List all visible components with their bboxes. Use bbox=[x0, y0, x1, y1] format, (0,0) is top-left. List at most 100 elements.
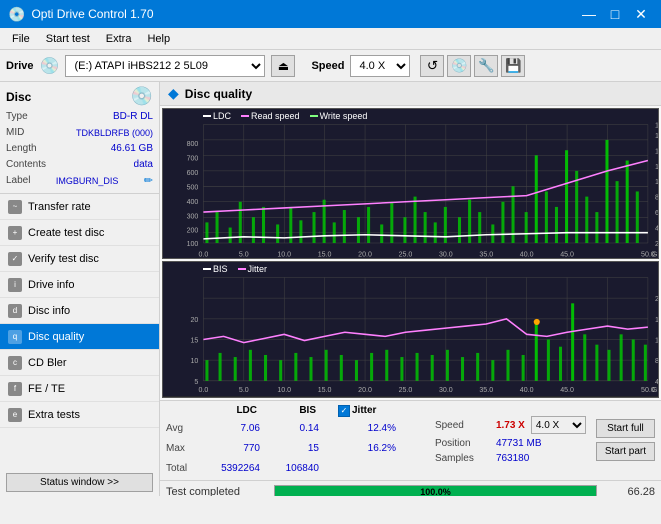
disc-section-icon: 💿 bbox=[131, 86, 153, 107]
speed-info: Speed 1.73 X 4.0 X Position 47731 MB Sam… bbox=[435, 405, 586, 476]
speed-select[interactable]: 4.0 X bbox=[350, 55, 410, 77]
close-button[interactable]: ✕ bbox=[629, 2, 653, 26]
settings-button[interactable]: 🔧 bbox=[474, 55, 498, 77]
nav-items: ~ Transfer rate + Create test disc ✓ Ver… bbox=[0, 194, 159, 469]
content-area: ◆ Disc quality LDC Read speed Write spee… bbox=[160, 82, 661, 496]
eject-button[interactable]: ⏏ bbox=[271, 55, 295, 77]
svg-text:500: 500 bbox=[187, 183, 199, 191]
svg-text:700: 700 bbox=[187, 154, 199, 162]
nav-create-test-disc[interactable]: + Create test disc bbox=[0, 220, 159, 246]
menu-file[interactable]: File bbox=[4, 31, 38, 47]
minimize-button[interactable]: — bbox=[577, 2, 601, 26]
bis-header: BIS bbox=[261, 405, 316, 417]
svg-text:GB: GB bbox=[652, 250, 658, 258]
svg-text:30.0: 30.0 bbox=[439, 250, 453, 258]
svg-text:14: 14 bbox=[655, 147, 658, 155]
total-bis: 106840 bbox=[264, 463, 319, 474]
start-full-button[interactable]: Start full bbox=[596, 419, 655, 438]
main-area: Disc 💿 TypeBD-R DL MIDTDKBLDRFB (000) Le… bbox=[0, 82, 661, 496]
drive-label: Drive bbox=[6, 60, 34, 72]
ldc-chart: LDC Read speed Write speed bbox=[162, 108, 659, 259]
jitter-checkbox[interactable]: ✓ bbox=[338, 405, 350, 417]
speed-label: Speed bbox=[311, 60, 344, 72]
panel-title: Disc quality bbox=[185, 87, 252, 101]
svg-text:20: 20 bbox=[190, 316, 198, 324]
menu-help[interactable]: Help bbox=[139, 31, 178, 47]
total-ldc: 5392264 bbox=[205, 463, 260, 474]
create-test-disc-icon: + bbox=[8, 226, 22, 240]
stats-table: LDC BIS ✓ Jitter Avg 7.06 0.14 12.4% bbox=[166, 405, 425, 476]
disc-length-label: Length bbox=[6, 141, 37, 157]
svg-text:600: 600 bbox=[187, 169, 199, 177]
svg-text:45.0: 45.0 bbox=[560, 250, 574, 258]
disc-info-icon: d bbox=[8, 304, 22, 318]
disc-label-value: IMGBURN_DIS bbox=[56, 173, 119, 189]
svg-text:10.0: 10.0 bbox=[277, 250, 291, 258]
menu-start-test[interactable]: Start test bbox=[38, 31, 98, 47]
svg-text:30.0: 30.0 bbox=[439, 387, 453, 395]
disc-section: Disc 💿 TypeBD-R DL MIDTDKBLDRFB (000) Le… bbox=[0, 82, 159, 194]
nav-disc-info[interactable]: d Disc info bbox=[0, 298, 159, 324]
svg-text:16%: 16% bbox=[655, 316, 658, 324]
total-label: Total bbox=[166, 463, 201, 474]
svg-text:35.0: 35.0 bbox=[479, 250, 493, 258]
avg-label: Avg bbox=[166, 423, 201, 434]
svg-text:4%: 4% bbox=[655, 378, 658, 386]
action-buttons: Start full Start part bbox=[596, 405, 655, 476]
svg-text:12%: 12% bbox=[655, 337, 658, 345]
svg-text:40.0: 40.0 bbox=[520, 387, 534, 395]
charts-area: LDC Read speed Write speed bbox=[160, 106, 661, 400]
nav-fe-te[interactable]: f FE / TE bbox=[0, 376, 159, 402]
title-bar: 💿 Opti Drive Control 1.70 — □ ✕ bbox=[0, 0, 661, 28]
bis-jitter-chart: BIS Jitter bbox=[162, 261, 659, 397]
nav-drive-info[interactable]: i Drive info bbox=[0, 272, 159, 298]
nav-extra-tests[interactable]: e Extra tests bbox=[0, 402, 159, 428]
disc-button[interactable]: 💿 bbox=[447, 55, 471, 77]
nav-disc-quality[interactable]: q Disc quality bbox=[0, 324, 159, 350]
speed-key: Speed bbox=[435, 420, 490, 431]
nav-disc-quality-label: Disc quality bbox=[28, 331, 84, 343]
svg-text:800: 800 bbox=[187, 140, 199, 148]
nav-cd-bler-label: CD Bler bbox=[28, 357, 67, 369]
max-bis: 15 bbox=[264, 443, 319, 454]
svg-text:35.0: 35.0 bbox=[479, 387, 493, 395]
svg-text:25.0: 25.0 bbox=[399, 250, 413, 258]
progress-percent: 100.0% bbox=[420, 487, 451, 496]
panel-header: ◆ Disc quality bbox=[160, 82, 661, 106]
nav-verify-test-disc[interactable]: ✓ Verify test disc bbox=[0, 246, 159, 272]
svg-text:6: 6 bbox=[655, 209, 658, 217]
status-window-button[interactable]: Status window >> bbox=[6, 473, 153, 492]
disc-type-value: BD-R DL bbox=[113, 109, 153, 125]
nav-transfer-rate[interactable]: ~ Transfer rate bbox=[0, 194, 159, 220]
svg-text:20%: 20% bbox=[655, 296, 658, 304]
svg-text:25.0: 25.0 bbox=[399, 387, 413, 395]
position-value: 47731 MB bbox=[496, 438, 542, 449]
transfer-rate-icon: ~ bbox=[8, 200, 22, 214]
svg-text:0.0: 0.0 bbox=[199, 250, 209, 258]
refresh-button[interactable]: ↺ bbox=[420, 55, 444, 77]
svg-text:45.0: 45.0 bbox=[560, 387, 574, 395]
start-part-button[interactable]: Start part bbox=[596, 442, 655, 461]
progress-bar-area: Test completed 100.0% 66.28 bbox=[160, 480, 661, 496]
verify-test-disc-icon: ✓ bbox=[8, 252, 22, 266]
svg-text:4: 4 bbox=[655, 225, 658, 233]
legend-write-speed: Write speed bbox=[320, 111, 368, 121]
svg-text:5: 5 bbox=[194, 378, 198, 386]
svg-text:200: 200 bbox=[187, 227, 199, 235]
max-jitter: 16.2% bbox=[341, 443, 396, 454]
maximize-button[interactable]: □ bbox=[603, 2, 627, 26]
save-button[interactable]: 💾 bbox=[501, 55, 525, 77]
stats-row-total: Total 5392264 106840 bbox=[166, 459, 425, 479]
drive-select[interactable]: (E:) ATAPI iHBS212 2 5L09 bbox=[65, 55, 265, 77]
menu-extra[interactable]: Extra bbox=[98, 31, 140, 47]
samples-key: Samples bbox=[435, 453, 490, 464]
nav-extra-tests-label: Extra tests bbox=[28, 409, 80, 421]
nav-cd-bler[interactable]: c CD Bler bbox=[0, 350, 159, 376]
app-icon: 💿 bbox=[8, 6, 25, 23]
progress-speed: 66.28 bbox=[605, 486, 655, 496]
disc-label-label: Label bbox=[6, 173, 30, 189]
chart1-legend: LDC Read speed Write speed bbox=[203, 111, 367, 121]
speed-dropdown[interactable]: 4.0 X bbox=[531, 416, 586, 434]
nav-disc-info-label: Disc info bbox=[28, 305, 70, 317]
edit-icon[interactable]: ✏ bbox=[144, 173, 153, 189]
